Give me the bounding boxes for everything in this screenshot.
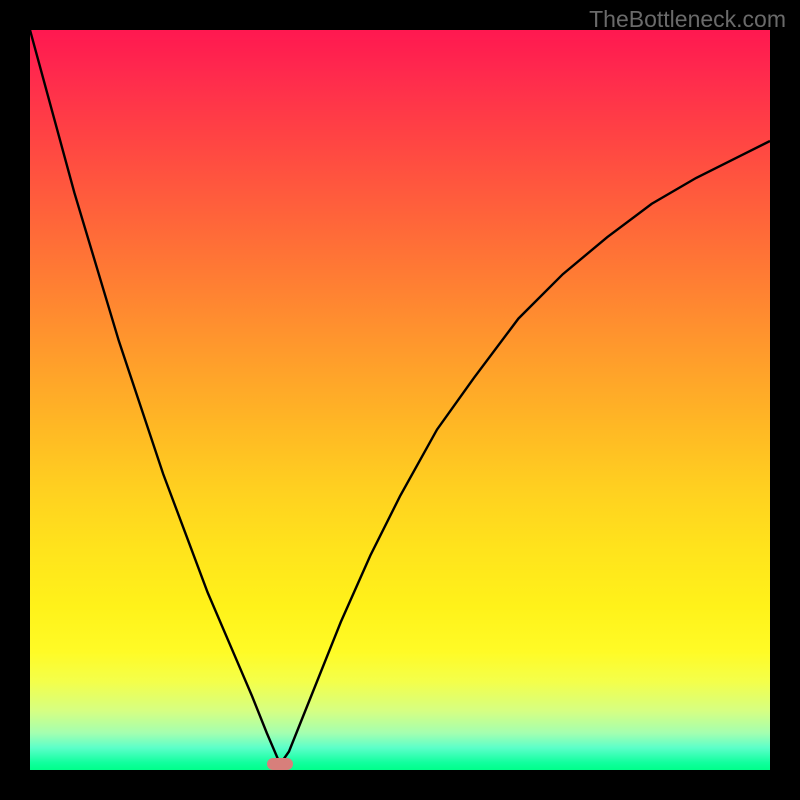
curve-svg bbox=[30, 30, 770, 770]
watermark-text: TheBottleneck.com bbox=[589, 6, 786, 33]
bottleneck-curve bbox=[30, 30, 770, 764]
optimum-marker bbox=[267, 758, 293, 770]
plot-area bbox=[30, 30, 770, 770]
